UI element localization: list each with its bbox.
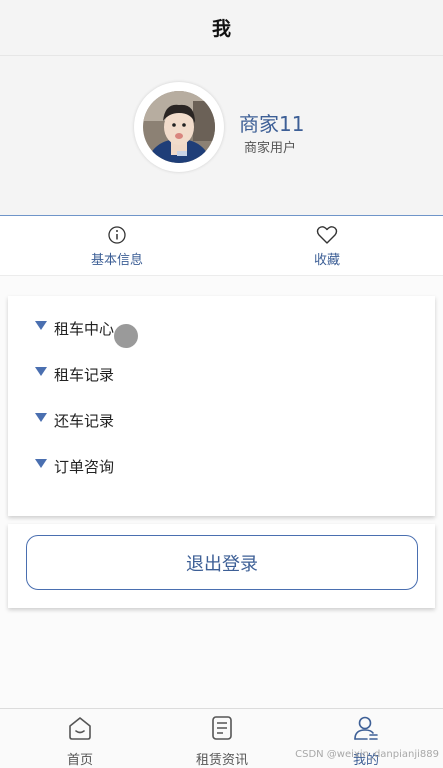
- page-title: 我: [211, 18, 231, 40]
- top-nav-bar: 我: [0, 0, 443, 56]
- menu-item-rental-center[interactable]: 租车中心: [35, 316, 114, 340]
- triangle-down-icon: [35, 412, 47, 422]
- logout-card: 退出登录: [8, 524, 435, 608]
- touch-cursor-indicator: [114, 324, 138, 348]
- triangle-down-icon: [35, 458, 47, 468]
- document-icon: [209, 715, 235, 745]
- home-icon: [67, 715, 93, 745]
- profile-tabs: 基本信息 收藏: [0, 216, 443, 276]
- menu-item-return-records[interactable]: 还车记录: [35, 408, 114, 432]
- user-icon: [353, 715, 379, 745]
- tab-favorites-label: 收藏: [313, 253, 340, 268]
- tabbar-item-news[interactable]: 租赁资讯: [167, 715, 277, 768]
- menu-item-label: 租车中心: [54, 319, 115, 338]
- menu-item-label: 订单咨询: [54, 457, 115, 476]
- menu-item-order-inquiry[interactable]: 订单咨询: [35, 454, 114, 478]
- menu-item-label: 还车记录: [54, 411, 115, 430]
- watermark-text: CSDN @weixin_danpianji889: [295, 749, 439, 760]
- heart-icon: [316, 224, 338, 246]
- tabbar-item-home[interactable]: 首页: [25, 715, 135, 768]
- tab-favorites[interactable]: 收藏: [272, 216, 382, 276]
- avatar-photo: [143, 91, 215, 163]
- menu-item-rental-records[interactable]: 租车记录: [35, 362, 114, 386]
- profile-section: 商家11 商家用户: [0, 56, 443, 216]
- tabbar-news-label: 租赁资讯: [195, 753, 248, 768]
- info-icon: [107, 224, 127, 246]
- menu-item-label: 租车记录: [54, 365, 115, 384]
- tab-basic-info-label: 基本信息: [90, 253, 143, 268]
- logout-button[interactable]: 退出登录: [26, 535, 418, 590]
- menu-card: 租车中心 租车记录 还车记录 订单咨询: [8, 296, 435, 516]
- triangle-down-icon: [35, 366, 47, 376]
- triangle-down-icon: [35, 320, 47, 330]
- tab-basic-info[interactable]: 基本信息: [62, 216, 172, 276]
- avatar[interactable]: [134, 82, 224, 172]
- tabbar-home-label: 首页: [66, 753, 93, 768]
- user-name: 商家11: [239, 112, 305, 136]
- user-role: 商家用户: [244, 141, 297, 156]
